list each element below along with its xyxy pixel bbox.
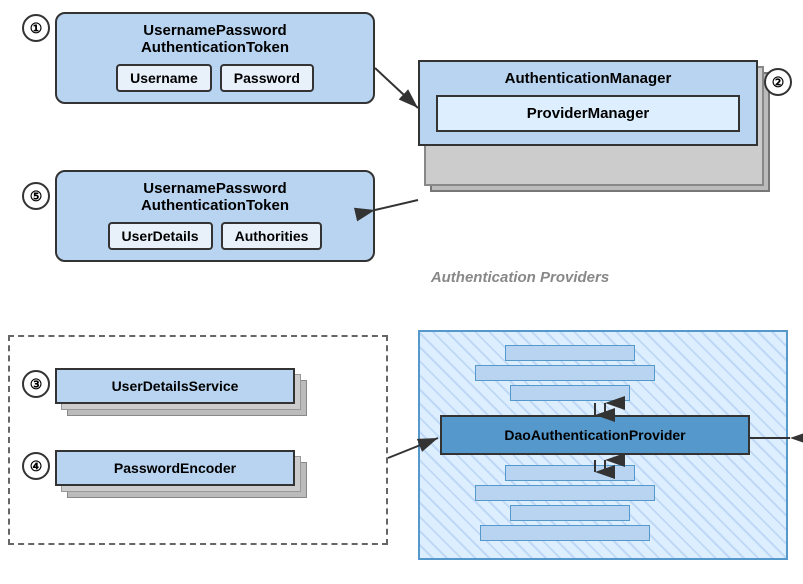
upat5-authorities: Authorities: [221, 222, 323, 250]
auth-manager-title: AuthenticationManager: [428, 70, 748, 87]
dao-rect-2: [475, 365, 655, 381]
dao-rect-6: [510, 505, 630, 521]
dao-rect-5: [475, 485, 655, 501]
number-3: ③: [22, 370, 50, 398]
number-4: ④: [22, 452, 50, 480]
dao-rect-7: [480, 525, 650, 541]
upat5-fields: UserDetails Authorities: [67, 222, 363, 250]
upat1-username: Username: [116, 64, 212, 92]
uds-box: UserDetailsService: [55, 368, 295, 404]
upat5-userdetails: UserDetails: [108, 222, 213, 250]
number-1: ①: [22, 14, 50, 42]
upat1-box: UsernamePasswordAuthenticationToken User…: [55, 12, 375, 104]
arrow-1-to-manager: [375, 68, 418, 108]
auth-providers-label: Authentication Providers: [430, 268, 610, 288]
dashed-container: [8, 335, 388, 545]
pe-box: PasswordEncoder: [55, 450, 295, 486]
dao-provider-box: DaoAuthenticationProvider: [440, 415, 750, 455]
dao-rect-3: [510, 385, 630, 401]
upat1-fields: Username Password: [67, 64, 363, 92]
number-2: ②: [764, 68, 792, 96]
arrow-manager-to-5: [375, 200, 418, 210]
number-5: ⑤: [22, 182, 50, 210]
provider-manager-box: ProviderManager: [436, 95, 740, 132]
upat5-box: UsernamePasswordAuthenticationToken User…: [55, 170, 375, 262]
dao-rect-4: [505, 465, 635, 481]
diagram: ① UsernamePasswordAuthenticationToken Us…: [0, 0, 803, 584]
upat1-title: UsernamePasswordAuthenticationToken: [67, 22, 363, 56]
dao-rect-1: [505, 345, 635, 361]
auth-manager-outer: AuthenticationManager ProviderManager: [418, 60, 758, 146]
upat5-title: UsernamePasswordAuthenticationToken: [67, 180, 363, 214]
upat1-password: Password: [220, 64, 314, 92]
